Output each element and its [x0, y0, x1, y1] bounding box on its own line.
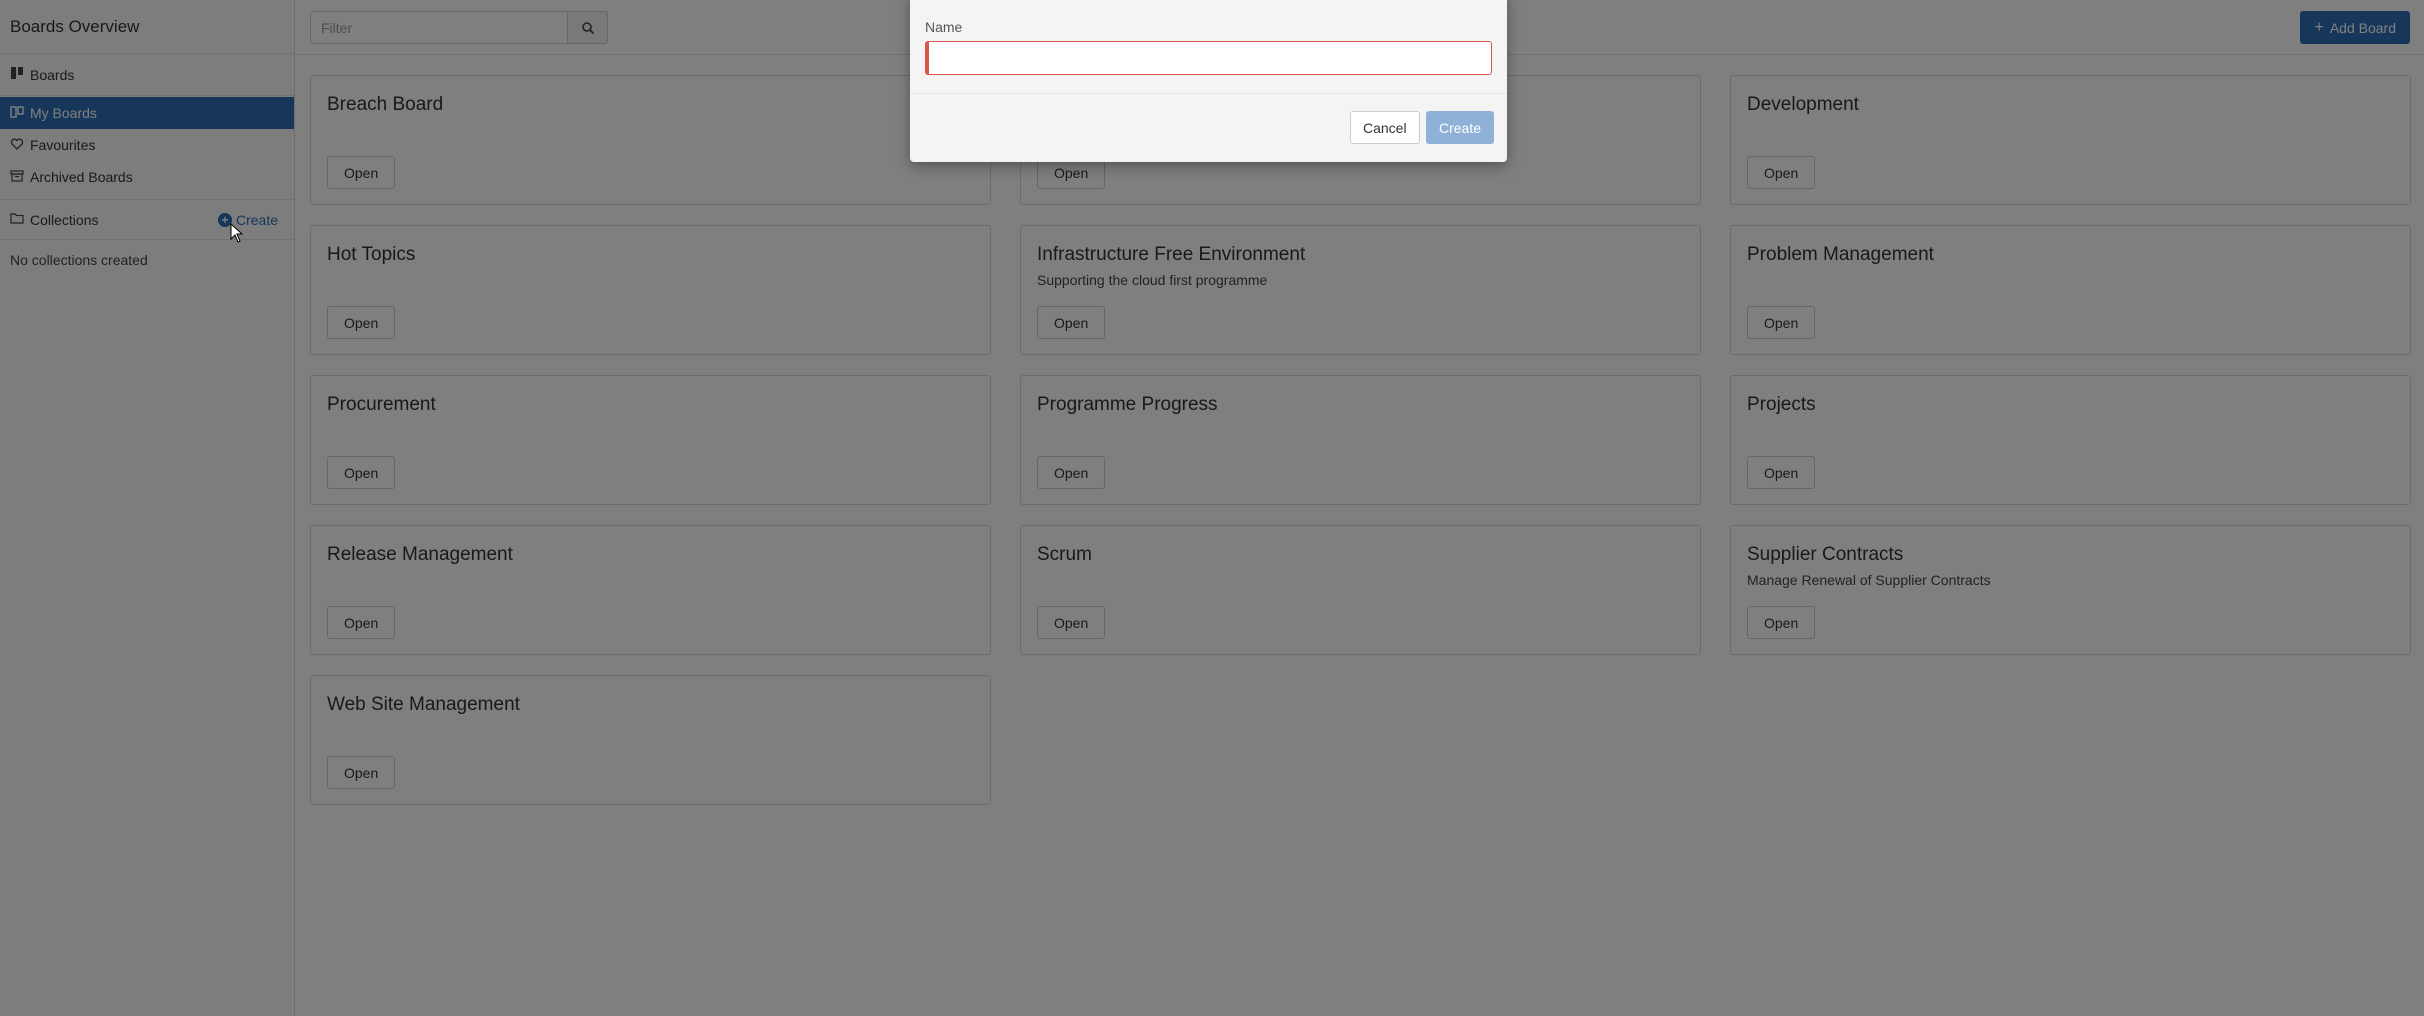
create-button[interactable]: Create [1426, 111, 1495, 144]
mouse-cursor-icon [230, 223, 244, 243]
cancel-button[interactable]: Cancel [1350, 111, 1420, 144]
modal-divider [910, 93, 1507, 94]
app-root: Boards Overview Boards My Boards Favouri… [0, 0, 2424, 1016]
name-field[interactable] [925, 41, 1492, 75]
name-label: Name [925, 19, 963, 35]
create-collection-modal: Name Cancel Create [910, 0, 1507, 162]
